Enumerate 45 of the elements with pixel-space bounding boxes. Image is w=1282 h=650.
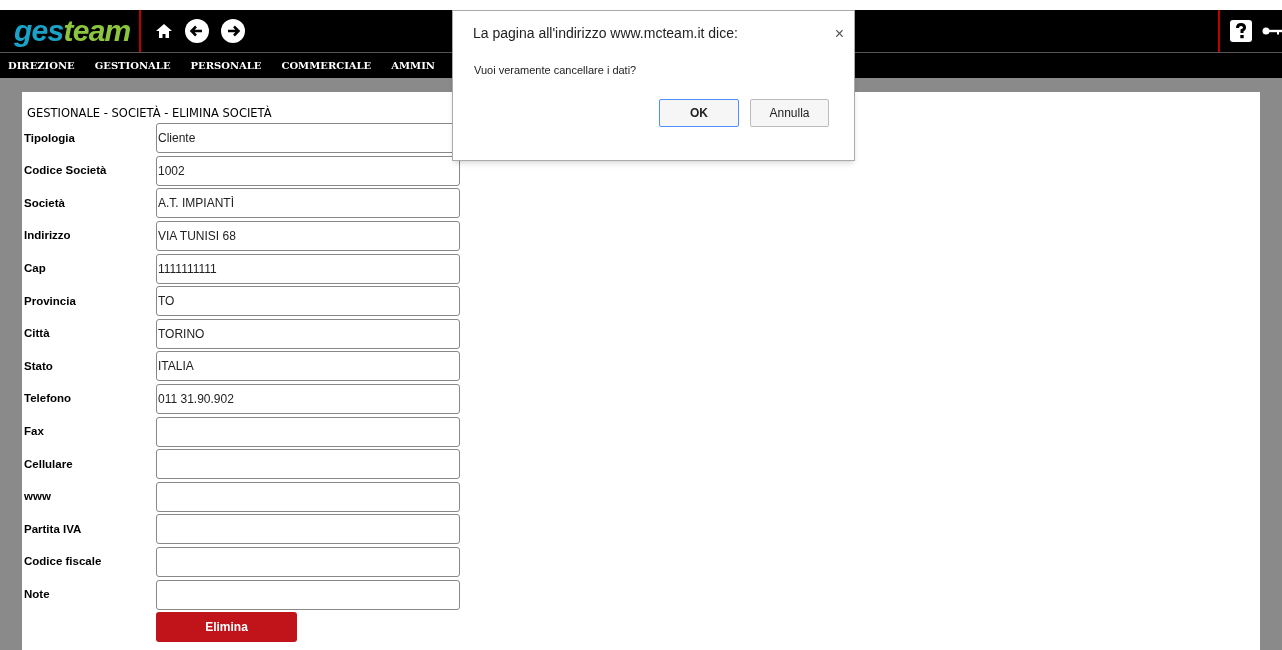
home-icon[interactable] xyxy=(154,23,173,39)
input-field[interactable] xyxy=(156,481,460,512)
field-label: Fax xyxy=(24,424,45,439)
field-label: Codice fiscale xyxy=(24,554,103,570)
input-field[interactable]: A.T. IMPIANTÌ xyxy=(156,188,460,219)
field-label: Società xyxy=(24,195,66,211)
input-field[interactable] xyxy=(156,547,460,577)
input-field[interactable]: ITALIA xyxy=(156,351,460,382)
input-field[interactable] xyxy=(156,416,460,447)
input-field[interactable] xyxy=(156,514,460,545)
input-field[interactable] xyxy=(156,579,460,610)
input-field[interactable]: TO xyxy=(156,286,460,317)
nav-item[interactable]: COMMERCIALE xyxy=(281,58,372,73)
field-label: Codice Società xyxy=(24,163,108,179)
dialog-message: Vuoi veramente cancellare i dati? xyxy=(474,63,638,78)
dialog-button[interactable]: Annulla xyxy=(750,98,829,127)
input-field[interactable]: TORINO xyxy=(156,318,460,349)
delete-button[interactable]: Elimina xyxy=(156,611,297,642)
field-label: Cap xyxy=(24,261,47,277)
close-button[interactable]: × xyxy=(834,23,844,44)
input-field[interactable] xyxy=(156,449,460,480)
field-label: Tipologia xyxy=(24,130,76,146)
field-label: Cellulare xyxy=(24,456,74,472)
help-icon[interactable] xyxy=(1230,20,1252,42)
input-field[interactable]: VIA TUNISI 68 xyxy=(156,221,460,252)
nav-item[interactable]: DIREZIONE xyxy=(8,58,75,73)
field-label: Note xyxy=(24,587,51,602)
logo[interactable]: gesteam xyxy=(0,16,139,46)
page-title: GESTIONALE - SOCIETÀ - ELIMINA SOCIETÀ xyxy=(27,104,272,122)
field-label: Telefono xyxy=(24,391,73,407)
field-label: Provincia xyxy=(24,293,77,309)
nav-item[interactable]: PERSONALE xyxy=(190,58,262,73)
nav-item[interactable]: AMMIN xyxy=(391,58,435,73)
field-label: Indirizzo xyxy=(24,228,72,244)
dialog-button[interactable]: OK xyxy=(659,98,739,127)
field-label: Partita IVA xyxy=(24,521,83,537)
input-field[interactable]: 011 31.90.902 xyxy=(156,384,460,415)
nav-item[interactable]: GESTIONALE xyxy=(94,58,171,73)
field-label: www xyxy=(24,489,52,505)
field-label: Città xyxy=(24,326,51,342)
input-field[interactable]: 1111111111 xyxy=(156,253,460,284)
dialog-title: La pagina all'indirizzo www.mcteam.it dice: xyxy=(473,24,738,43)
field-label: Stato xyxy=(24,358,54,374)
key-icon[interactable] xyxy=(1262,25,1282,37)
input-field[interactable]: 1002 xyxy=(156,155,460,186)
